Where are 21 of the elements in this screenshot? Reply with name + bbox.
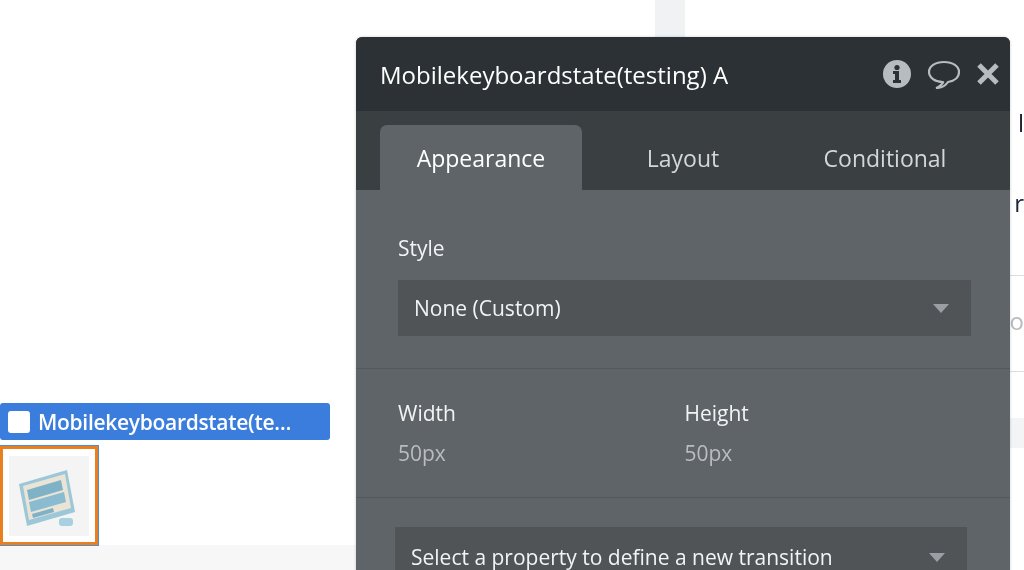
tab[interactable]: Layout — [582, 125, 784, 190]
caret-icon — [929, 552, 945, 562]
caret-icon — [933, 303, 949, 313]
info-icon[interactable] — [882, 59, 912, 89]
tab[interactable]: Conditional — [784, 125, 986, 190]
element-label[interactable]: Mobilekeyboardstate(te… — [0, 403, 330, 440]
checkbox[interactable] — [8, 410, 30, 433]
canvas-text: r — [1014, 186, 1024, 219]
tab[interactable]: Appearance — [380, 125, 582, 190]
image-element[interactable] — [0, 446, 98, 545]
field-label: Style — [398, 234, 446, 262]
field-text: o — [1009, 304, 1024, 337]
field-label: Width — [398, 399, 457, 427]
canvas-text: l — [1017, 106, 1024, 139]
canvas-strip — [655, 0, 685, 40]
field-label: Height — [684, 399, 750, 427]
panel-title: Mobilekeyboardstate(testing) A — [380, 57, 729, 91]
comment-icon[interactable] — [926, 59, 962, 89]
transition-dropdown[interactable]: Select a property to define a new transition — [395, 527, 967, 570]
style-dropdown[interactable]: None (Custom) — [398, 280, 971, 336]
close-icon[interactable] — [976, 62, 1000, 86]
